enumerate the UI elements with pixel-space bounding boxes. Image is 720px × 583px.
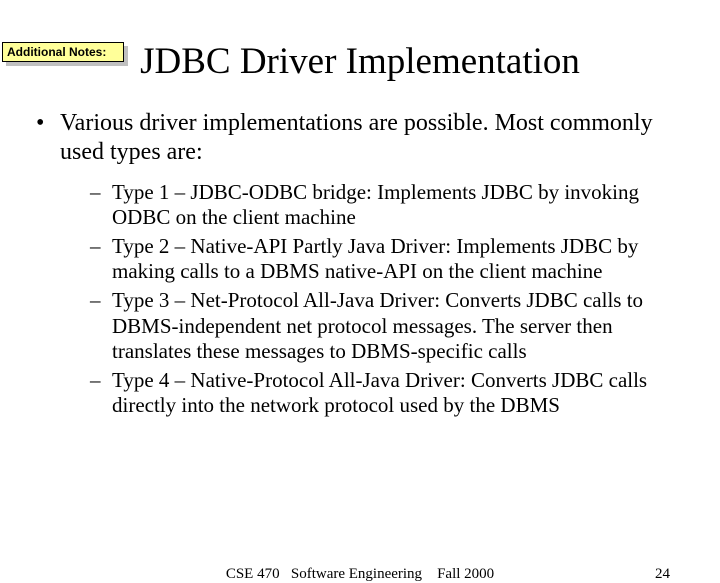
sub-bullet-list: – Type 1 – JDBC-ODBC bridge: Implements …: [30, 180, 690, 419]
sub-marker: –: [90, 234, 112, 285]
sub-bullet: – Type 2 – Native-API Partly Java Driver…: [90, 234, 680, 285]
sub-marker: –: [90, 368, 112, 419]
sub-text: Type 4 – Native-Protocol All-Java Driver…: [112, 368, 680, 419]
bullet-marker: •: [30, 109, 60, 168]
notes-label: Additional Notes:: [2, 42, 124, 62]
footer-center: CSE 470 Software Engineering Fall 2000: [226, 566, 494, 583]
sub-text: Type 1 – JDBC-ODBC bridge: Implements JD…: [112, 180, 680, 231]
footer-term: Fall 2000: [437, 566, 494, 582]
sub-bullet: – Type 4 – Native-Protocol All-Java Driv…: [90, 368, 680, 419]
additional-notes-box: Additional Notes:: [2, 42, 124, 62]
bullet-text: Various driver implementations are possi…: [60, 109, 690, 168]
bullet-main: • Various driver implementations are pos…: [30, 109, 690, 168]
page-number: 24: [655, 566, 670, 583]
sub-bullet: – Type 3 – Net-Protocol All-Java Driver:…: [90, 288, 680, 365]
sub-marker: –: [90, 180, 112, 231]
sub-marker: –: [90, 288, 112, 365]
footer-title: Software Engineering: [291, 566, 422, 582]
sub-text: Type 3 – Net-Protocol All-Java Driver: C…: [112, 288, 680, 365]
sub-text: Type 2 – Native-API Partly Java Driver: …: [112, 234, 680, 285]
sub-bullet: – Type 1 – JDBC-ODBC bridge: Implements …: [90, 180, 680, 231]
slide-content: • Various driver implementations are pos…: [0, 109, 720, 419]
footer-course: CSE 470: [226, 566, 280, 582]
